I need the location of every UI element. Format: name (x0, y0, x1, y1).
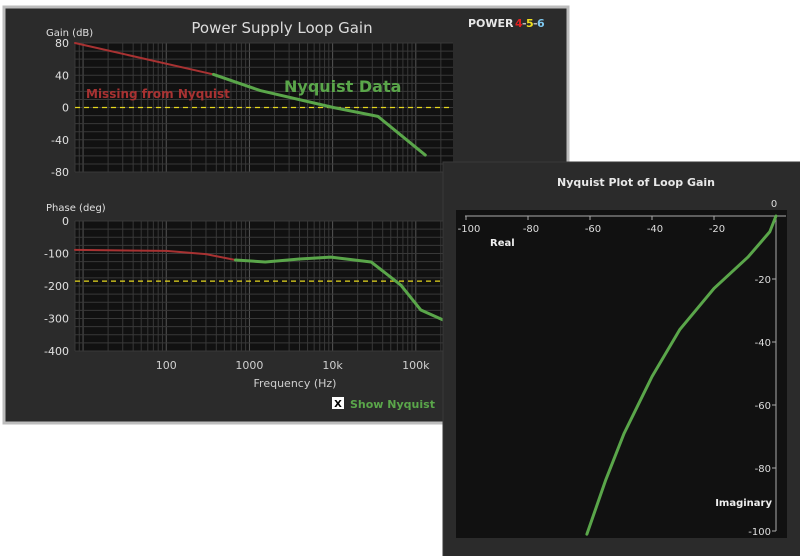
x-tick-label: -40 (647, 224, 663, 235)
x-tick-label: -60 (585, 224, 601, 235)
x-tick-label: -20 (709, 224, 725, 235)
missing-annotation: Missing from Nyquist (86, 87, 230, 101)
nyquist-annotation: Nyquist Data (284, 77, 401, 96)
brand-digit: 6 (537, 17, 545, 30)
x-tick-label: -80 (523, 224, 539, 235)
nyquist-title: Nyquist Plot of Loop Gain (557, 176, 715, 189)
y-tick-label: -40 (51, 134, 69, 147)
y-tick-label: 0 (62, 215, 69, 228)
x-tick-label: 100 (156, 359, 177, 372)
x-tick-label: 100k (402, 359, 430, 372)
x-tick-label: 1000 (235, 359, 263, 372)
show-nyquist-label[interactable]: Show Nyquist (350, 398, 435, 411)
y-tick-label: -20 (755, 275, 771, 286)
brand-logo: POWER 4 - 5 - 6 (468, 17, 545, 30)
gain-plot: 80 40 0 -40 -80 Missing from Nyquist Nyquist D… (51, 37, 453, 179)
y-tick-label: 80 (55, 37, 69, 50)
y-tick-label: -200 (44, 280, 69, 293)
brand-word: POWER (468, 17, 514, 30)
phase-plot: 0 -100 -200 -300 -400 100 1000 10k 100k (44, 215, 453, 372)
y-tick-label: 0 (62, 102, 69, 115)
y-tick-label: -100 (44, 248, 69, 261)
y-tick-label: -80 (755, 464, 771, 475)
x-tick-label: -100 (458, 224, 481, 235)
y-tick-label: -100 (748, 527, 771, 538)
y-tick-label: 40 (55, 69, 69, 82)
x-tick-label: 0 (771, 199, 777, 210)
real-axis-label: Real (490, 238, 515, 249)
gain-ylabel: Gain (dB) (46, 28, 93, 39)
bode-title: Power Supply Loop Gain (191, 19, 372, 37)
y-tick-label: -300 (44, 313, 69, 326)
frequency-xlabel: Frequency (Hz) (254, 377, 337, 390)
y-tick-label: -400 (44, 345, 69, 358)
y-tick-label: -40 (755, 338, 771, 349)
phase-ylabel: Phase (deg) (46, 203, 106, 214)
imaginary-axis-label: Imaginary (715, 498, 772, 509)
nyquist-plot: -100 -80 -60 -40 -20 0 -20 -40 -60 -80 -100 Real Ima… (456, 199, 787, 538)
y-tick-label: -60 (755, 401, 771, 412)
plot-area (456, 210, 787, 538)
checkbox-mark: X (334, 399, 342, 410)
chart-canvas: Power Supply Loop Gain POWER 4 - 5 - 6 G… (2, 5, 800, 559)
x-tick-label: 10k (322, 359, 343, 372)
y-tick-label: -80 (51, 166, 69, 179)
